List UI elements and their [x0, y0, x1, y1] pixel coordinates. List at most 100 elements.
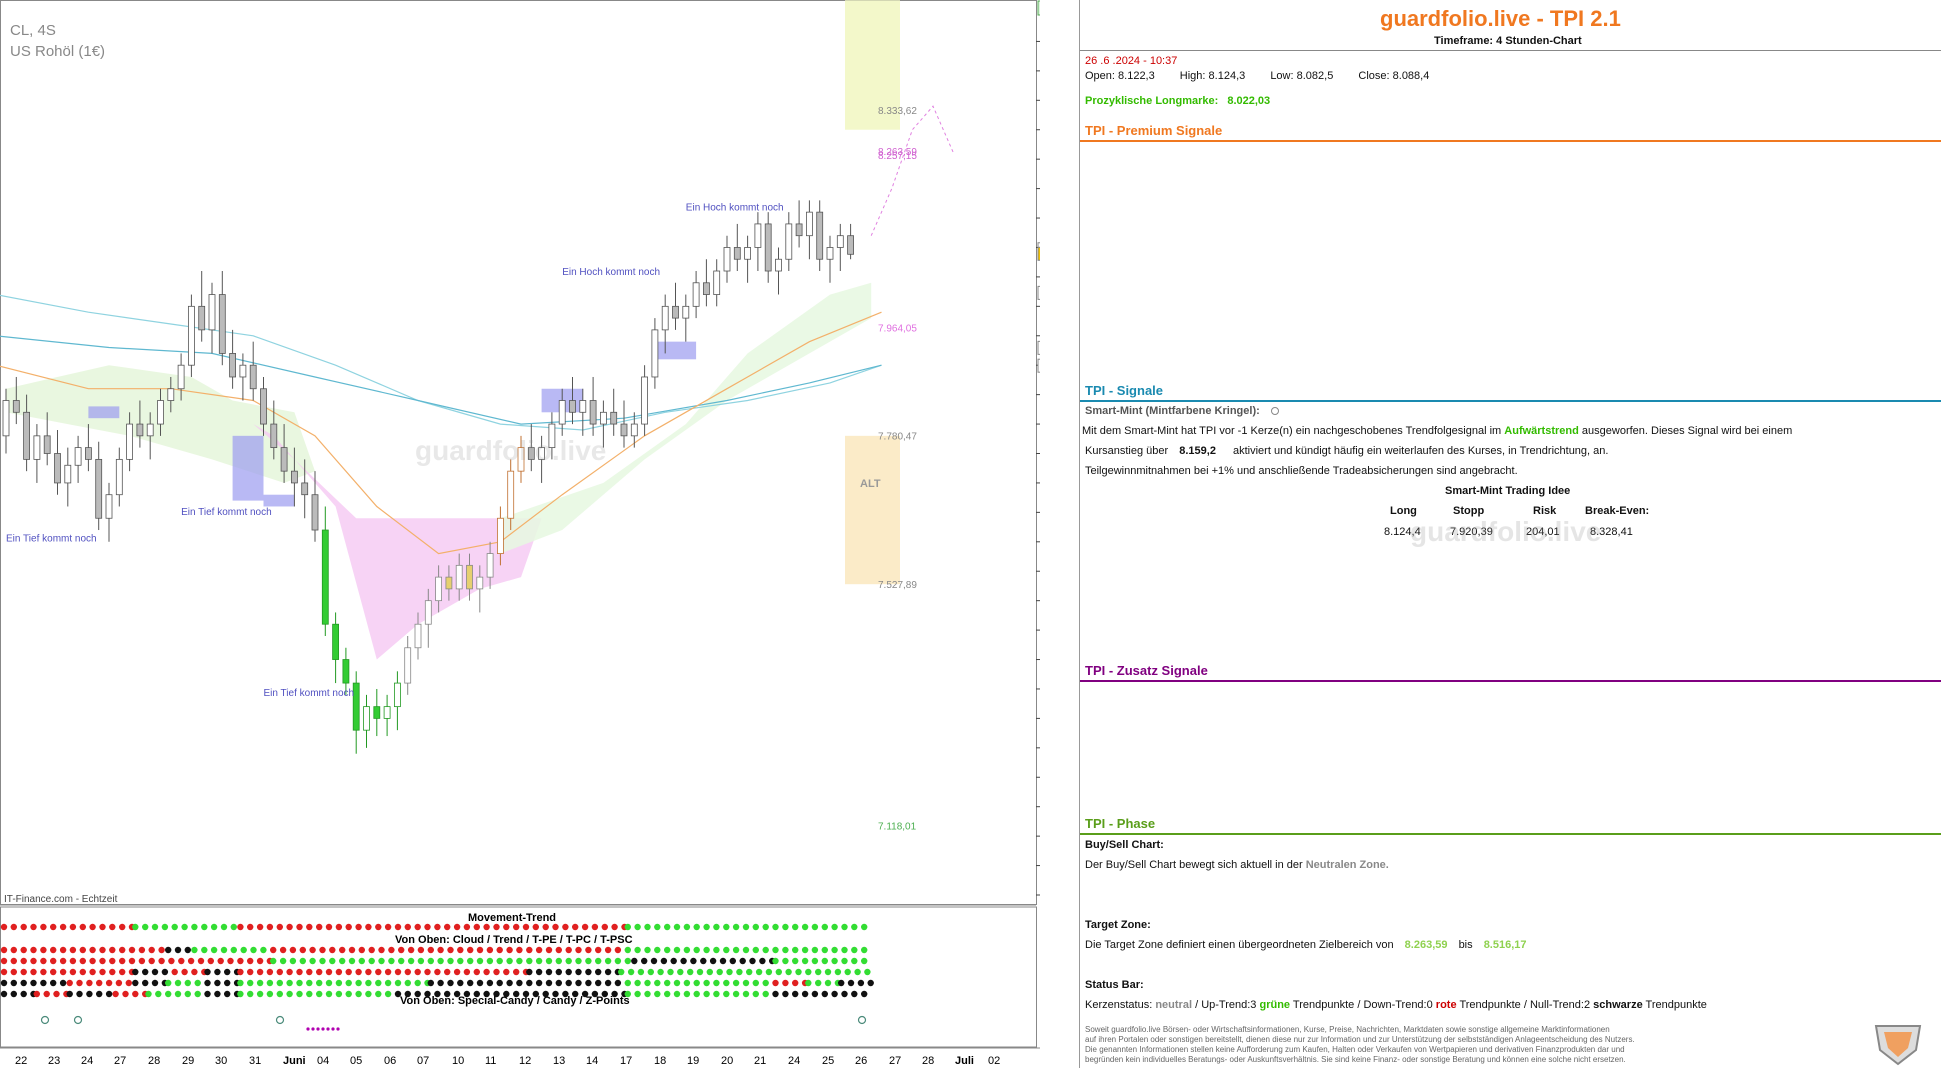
candle-body [198, 305, 206, 331]
trend-dot [40, 979, 47, 987]
trend-dot [184, 990, 191, 998]
trend-dot [404, 990, 411, 998]
candle-body [558, 400, 566, 425]
special-candy-dot [311, 1027, 315, 1031]
trend-dot [384, 923, 392, 931]
trend-dot [128, 946, 136, 954]
trend-dot [552, 990, 559, 998]
trend-dot [486, 946, 494, 954]
trend-dot [532, 923, 539, 931]
trend-dot [306, 923, 313, 931]
candle-body [64, 464, 72, 484]
trend-dot [10, 923, 17, 931]
trend-dot [444, 923, 451, 931]
target-text-a: Die Target Zone definiert einen übergeor… [1085, 939, 1394, 951]
trend-dot [237, 990, 244, 998]
trend-dot [618, 968, 625, 976]
trend-dot [654, 979, 661, 987]
trend-dot [782, 990, 789, 998]
trend-dot [247, 923, 254, 931]
trend-dot [591, 990, 599, 998]
trend-dot [309, 946, 316, 954]
candle-body [795, 223, 803, 237]
trend-dot [388, 957, 395, 965]
trend-dot [437, 979, 444, 987]
price-chart[interactable]: 7.0007.0507.1007.1507.2007.2507.3007.350… [0, 0, 1077, 1068]
trigger-price: 8.159,2 [1179, 445, 1216, 457]
trend-dot [109, 946, 116, 954]
trend-dot [339, 957, 346, 965]
trend-dot [595, 957, 602, 965]
trend-dot [752, 946, 759, 954]
trend-dot [191, 923, 198, 931]
trend-dot [69, 946, 77, 954]
trend-dot [378, 946, 385, 954]
trend-dot [224, 979, 231, 987]
trend-dot [10, 957, 17, 965]
trend-dot [535, 946, 543, 954]
trend-dot [762, 979, 769, 987]
trend-dot [174, 946, 182, 954]
timeframe-label: Timeframe: 4 Stunden-Chart [1434, 35, 1582, 47]
candle-body [43, 435, 51, 454]
trend-dot [693, 923, 700, 931]
chart-canvas[interactable]: 7.0007.0507.1007.1507.2007.2507.3007.350… [0, 0, 1077, 1068]
trend-dot [325, 968, 333, 976]
guardfolio-shield-logo [1874, 1025, 1922, 1066]
candle-body [332, 623, 340, 660]
trend-word: Aufwärtstrend [1504, 425, 1579, 437]
trend-dot [811, 923, 819, 931]
trend-dot [96, 990, 103, 998]
price-tag-box [1037, 358, 1077, 373]
candle-body [404, 647, 412, 684]
candle-body [569, 400, 576, 413]
trend-dot [161, 923, 169, 931]
special-candy-dot [336, 1027, 340, 1031]
trend-dot [181, 968, 188, 976]
annotation-label: Ein Tief kommt noch [6, 534, 97, 545]
close-label: Close: [1358, 70, 1390, 82]
trend-dot [634, 946, 641, 954]
candle-body [723, 247, 731, 272]
status-null: / Null-Trend:2 [1523, 999, 1591, 1011]
candle-body [435, 576, 443, 602]
smartmint-text-3: Teilgewinnmitnahmen bei +1% und anschlie… [1085, 465, 1518, 477]
trend-dot [20, 957, 27, 965]
trend-dot [289, 946, 297, 954]
candle-body [363, 706, 370, 731]
trend-dot [128, 957, 136, 965]
trend-dot [214, 979, 221, 987]
trend-dot [417, 957, 425, 965]
trend-dot [526, 968, 533, 976]
trend-dot [513, 968, 520, 976]
candle-body [85, 447, 92, 460]
status-text: Kerzenstatus: neutral / Up-Trend:3 grüne… [1085, 999, 1707, 1011]
z-point [275, 1015, 285, 1025]
candle-body [620, 423, 628, 437]
trend-dot [414, 990, 421, 998]
candle-body [414, 623, 422, 649]
trend-dot [496, 946, 503, 954]
annotation-label: Ein Hoch kommt noch [686, 202, 784, 213]
candle-body [589, 400, 597, 425]
trend-dot [316, 923, 323, 931]
trend-dot [851, 946, 858, 954]
trend-dot [66, 979, 73, 987]
trend-dot [197, 957, 205, 965]
trend-dot [414, 923, 421, 931]
trend-dot [861, 957, 868, 965]
trend-dot [847, 979, 855, 987]
trend-dot [266, 979, 274, 987]
trend-dot [306, 990, 313, 998]
trend-dot [732, 946, 740, 954]
trend-dot [496, 957, 503, 965]
trend-dot [279, 946, 287, 954]
x-tick-label: 23 [48, 1055, 60, 1067]
trend-dot [723, 979, 730, 987]
x-tick-label: Juni [283, 1055, 306, 1067]
trend-dot [614, 946, 622, 954]
annotation-label: Ein Tief kommt noch [264, 688, 355, 699]
trend-dot [683, 946, 691, 954]
trend-dot [644, 979, 651, 987]
trend-dot [0, 957, 8, 965]
